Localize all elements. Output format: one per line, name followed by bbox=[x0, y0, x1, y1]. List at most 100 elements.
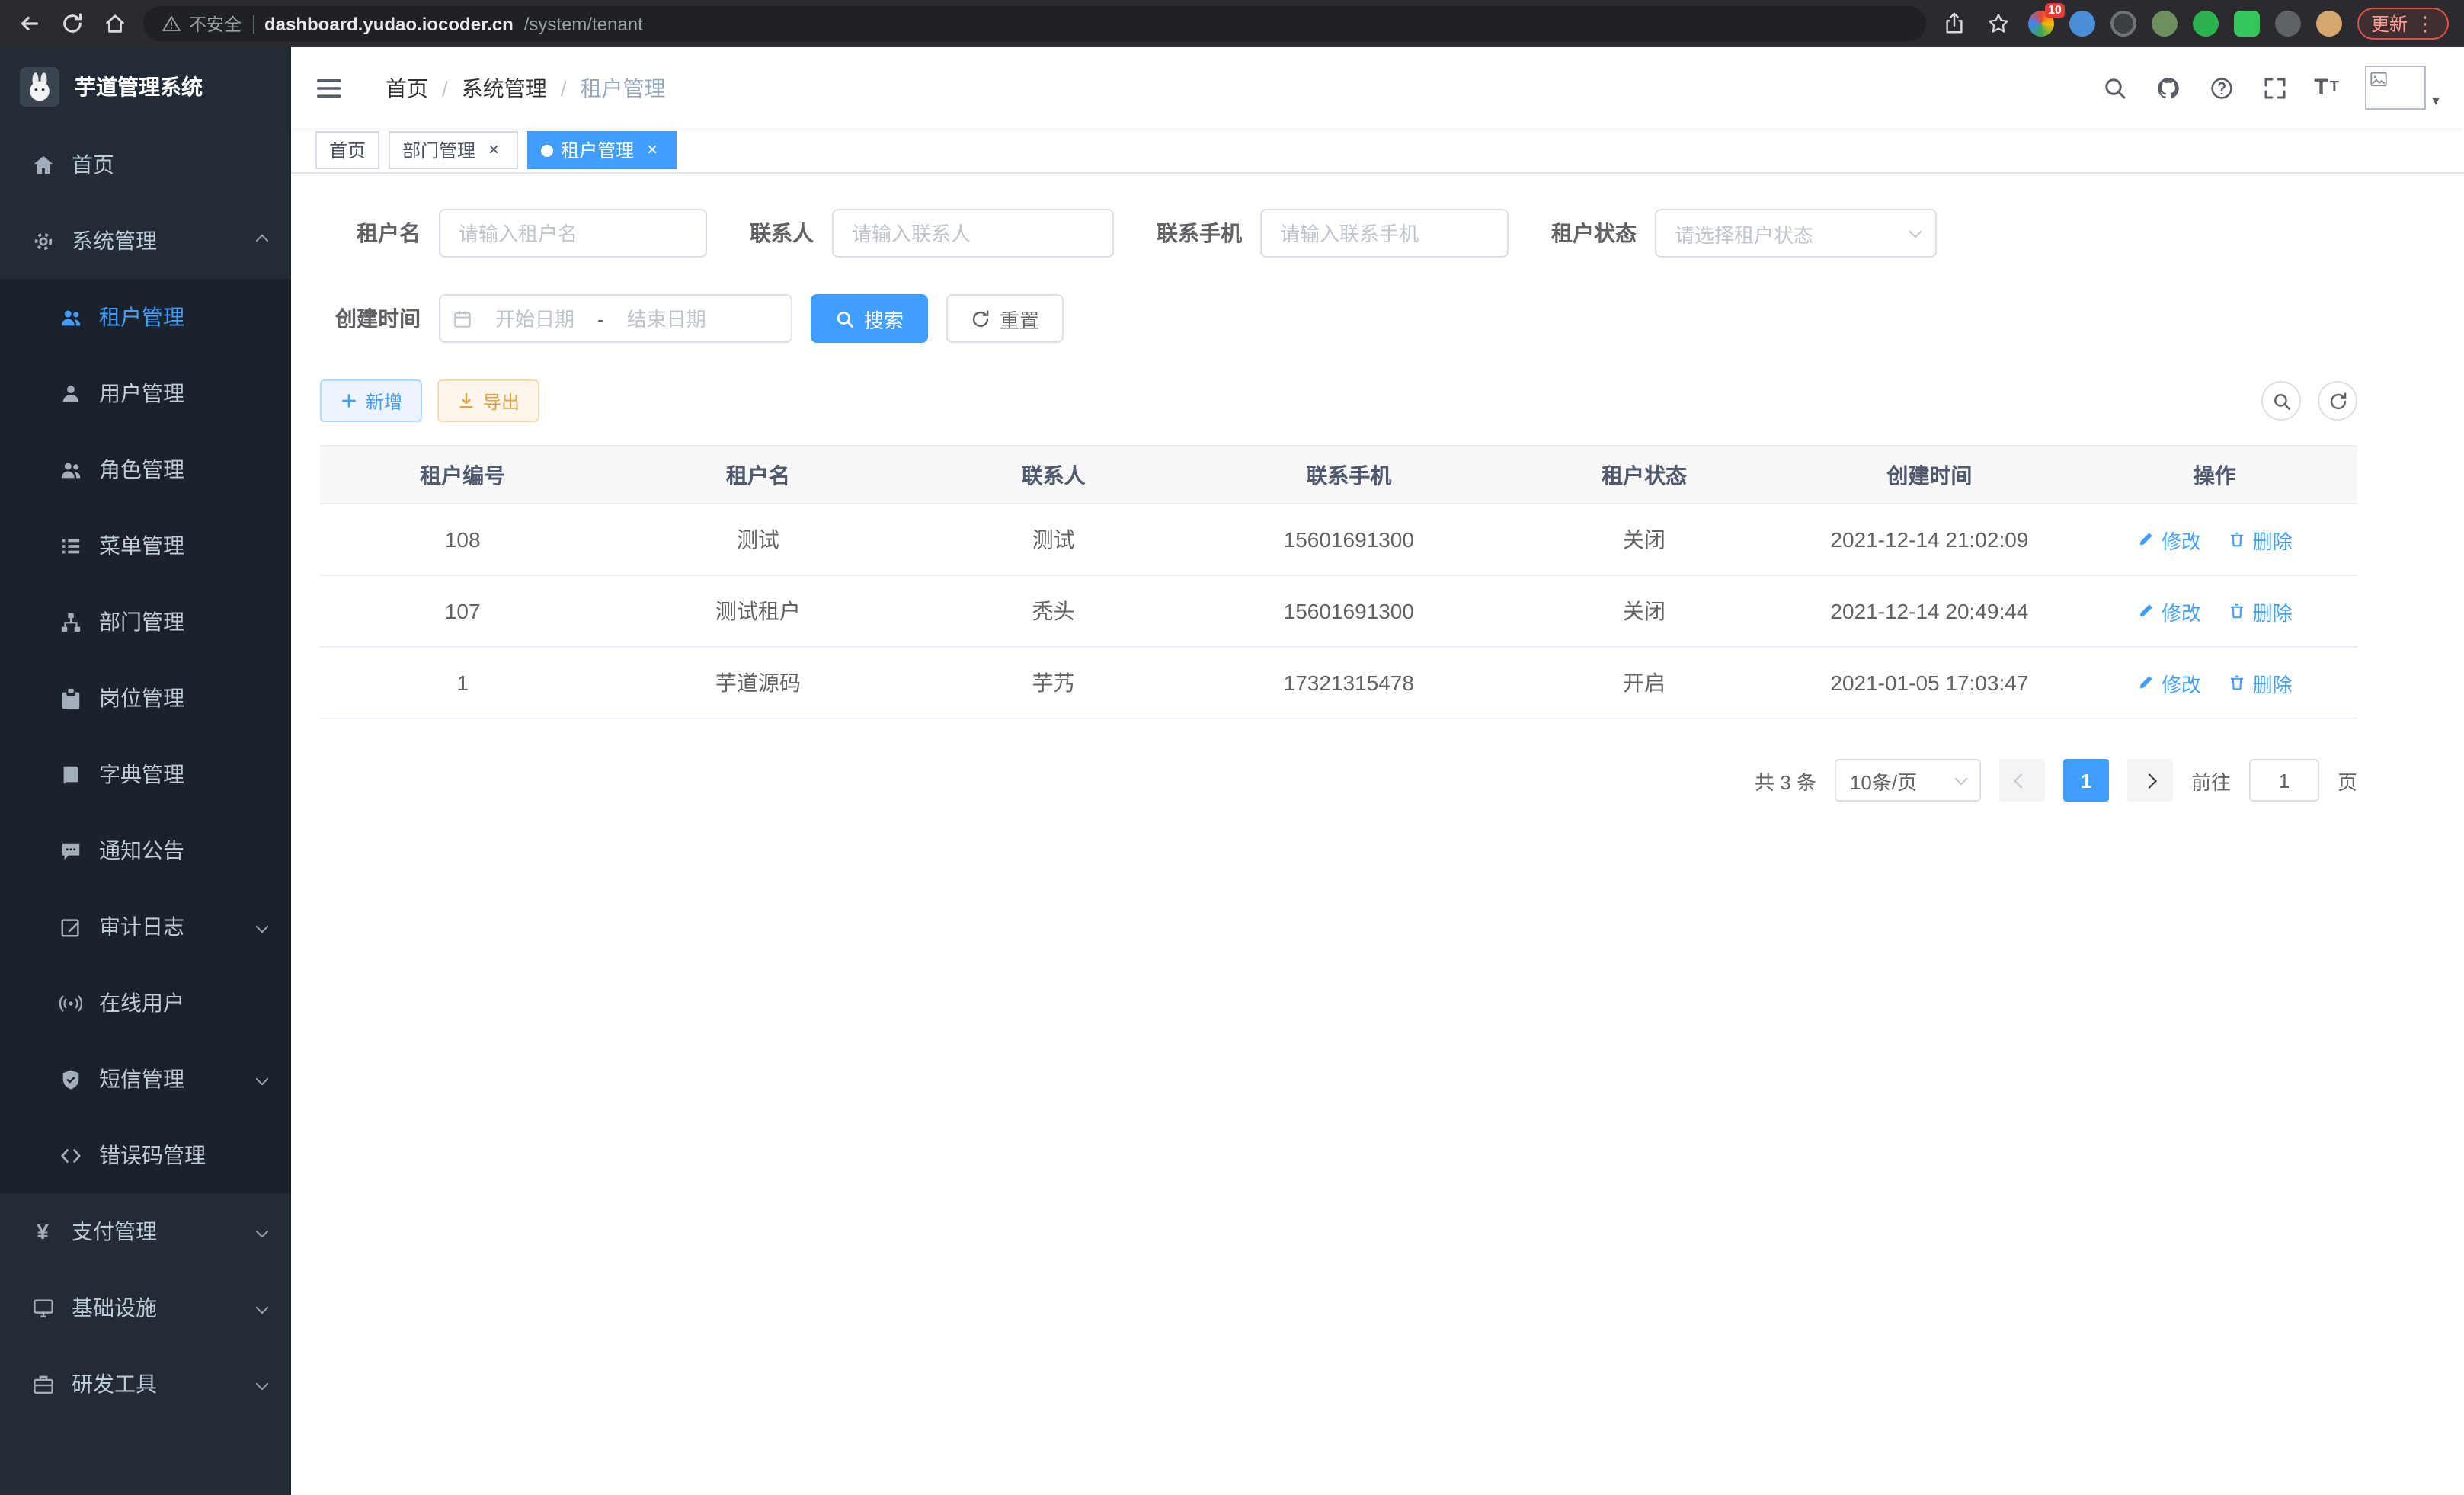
page-size-select[interactable]: 10条/页 bbox=[1835, 759, 1981, 802]
menu-label: 短信管理 bbox=[99, 1064, 184, 1094]
refresh-table-button[interactable] bbox=[2318, 381, 2357, 421]
create-time-range-picker[interactable]: - bbox=[439, 294, 792, 343]
page-number-1[interactable]: 1 bbox=[2063, 759, 2109, 802]
sidebar-item-notice[interactable]: 通知公告 bbox=[0, 812, 291, 888]
extension-icon-5[interactable] bbox=[2193, 11, 2219, 37]
app-root: 不安全 dashboard.yudao.iocoder.cn/system/te… bbox=[0, 0, 2464, 1495]
sidebar-item-tenant[interactable]: 租户管理 bbox=[0, 279, 291, 355]
delete-button[interactable]: 删除 bbox=[2229, 525, 2293, 554]
delete-label: 删除 bbox=[2253, 597, 2293, 626]
fullscreen-icon[interactable] bbox=[2261, 74, 2288, 101]
sidebar-item-sms[interactable]: 短信管理 bbox=[0, 1041, 291, 1117]
extension-icon-4[interactable] bbox=[2152, 11, 2178, 37]
search-icon bbox=[2271, 391, 2291, 411]
extension-icon-3[interactable] bbox=[2110, 11, 2136, 37]
date-end-input[interactable] bbox=[610, 307, 723, 330]
sidebar-item-home[interactable]: 首页 bbox=[0, 126, 291, 203]
delete-button[interactable]: 删除 bbox=[2229, 668, 2293, 697]
prev-page-button[interactable] bbox=[1999, 759, 2045, 802]
add-label: 新增 bbox=[366, 388, 402, 414]
sidebar: 芋道管理系统 首页 系统管理 租户管理 用户管理 角色管理 bbox=[0, 47, 291, 1495]
home-icon[interactable] bbox=[101, 9, 130, 38]
tab-dept[interactable]: 部门管理 × bbox=[389, 131, 518, 169]
profile-avatar[interactable] bbox=[2316, 11, 2342, 37]
github-icon[interactable] bbox=[2154, 74, 2181, 101]
sidebar-item-auditlog[interactable]: 审计日志 bbox=[0, 888, 291, 965]
menu-label: 系统管理 bbox=[72, 226, 157, 256]
bookmark-star-icon[interactable] bbox=[1984, 9, 2013, 38]
security-warning[interactable]: 不安全 bbox=[162, 11, 242, 36]
url-path: /system/tenant bbox=[524, 13, 643, 34]
sidebar-item-devtools[interactable]: 研发工具 bbox=[0, 1346, 291, 1422]
phone-input[interactable] bbox=[1260, 209, 1509, 258]
edit-button[interactable]: 修改 bbox=[2137, 525, 2201, 554]
export-button[interactable]: 导出 bbox=[437, 379, 539, 422]
phone-label: 联系手机 bbox=[1157, 218, 1242, 248]
menu-label: 首页 bbox=[72, 149, 114, 180]
menu-label: 通知公告 bbox=[99, 835, 184, 866]
calendar-icon bbox=[453, 309, 472, 328]
sidebar-toggle-icon[interactable] bbox=[315, 72, 346, 103]
toggle-search-button[interactable] bbox=[2261, 381, 2301, 421]
sidebar-item-system[interactable]: 系统管理 bbox=[0, 203, 291, 279]
extensions-puzzle-icon[interactable] bbox=[2275, 11, 2301, 37]
breadcrumb-system[interactable]: 系统管理 bbox=[462, 72, 547, 103]
reset-button[interactable]: 重置 bbox=[946, 294, 1064, 343]
edit-button[interactable]: 修改 bbox=[2137, 597, 2201, 626]
user-avatar[interactable]: ▾ bbox=[2365, 66, 2440, 110]
sidebar-item-user[interactable]: 用户管理 bbox=[0, 355, 291, 431]
sidebar-item-dict[interactable]: 字典管理 bbox=[0, 736, 291, 812]
contact-input[interactable] bbox=[832, 209, 1114, 258]
back-icon[interactable] bbox=[15, 9, 44, 38]
url-bar[interactable]: 不安全 dashboard.yudao.iocoder.cn/system/te… bbox=[143, 6, 1926, 41]
page-size-value: 10条/页 bbox=[1850, 766, 1917, 795]
extension-icon-2[interactable] bbox=[2069, 11, 2095, 37]
sidebar-item-online[interactable]: 在线用户 bbox=[0, 965, 291, 1041]
sidebar-item-infra[interactable]: 基础设施 bbox=[0, 1269, 291, 1346]
menu-label: 字典管理 bbox=[99, 759, 184, 789]
menu-label: 支付管理 bbox=[72, 1216, 157, 1247]
sidebar-item-post[interactable]: 岗位管理 bbox=[0, 660, 291, 736]
search-button[interactable]: 搜索 bbox=[811, 294, 928, 343]
tenant-status-select[interactable]: 请选择租户状态 bbox=[1655, 209, 1937, 258]
search-icon[interactable] bbox=[2101, 74, 2128, 101]
cell-id: 108 bbox=[320, 504, 605, 575]
tenant-name-input[interactable] bbox=[439, 209, 707, 258]
avatar-image-placeholder bbox=[2365, 66, 2426, 110]
security-label: 不安全 bbox=[189, 11, 242, 36]
reload-icon[interactable] bbox=[58, 9, 87, 38]
chevron-down-icon bbox=[256, 1225, 269, 1238]
extension-icon-6[interactable] bbox=[2234, 11, 2260, 37]
close-icon[interactable]: × bbox=[483, 139, 504, 161]
font-size-icon[interactable]: TT bbox=[2314, 76, 2339, 99]
tab-home[interactable]: 首页 bbox=[315, 131, 379, 169]
tab-tenant[interactable]: 租户管理 × bbox=[527, 131, 677, 169]
update-label: 更新 bbox=[2371, 11, 2408, 37]
edit-button[interactable]: 修改 bbox=[2137, 668, 2201, 697]
sidebar-item-errorcode[interactable]: 错误码管理 bbox=[0, 1117, 291, 1193]
column-header-phone: 联系手机 bbox=[1196, 446, 1502, 504]
monitor-icon bbox=[30, 1295, 55, 1320]
date-start-input[interactable] bbox=[478, 307, 591, 330]
breadcrumb-home[interactable]: 首页 bbox=[386, 72, 428, 103]
browser-menu-icon[interactable]: ⋮ bbox=[2415, 11, 2435, 36]
extension-icon-1[interactable]: 10 bbox=[2028, 11, 2054, 37]
breadcrumb-separator: / bbox=[442, 75, 448, 100]
add-button[interactable]: 新增 bbox=[320, 379, 422, 422]
status-label: 租户状态 bbox=[1551, 218, 1637, 248]
sidebar-item-payment[interactable]: ¥ 支付管理 bbox=[0, 1193, 291, 1269]
next-page-button[interactable] bbox=[2127, 759, 2173, 802]
share-icon[interactable] bbox=[1940, 9, 1969, 38]
goto-page-input[interactable] bbox=[2249, 759, 2319, 802]
close-icon[interactable]: × bbox=[642, 139, 663, 161]
delete-button[interactable]: 删除 bbox=[2229, 597, 2293, 626]
sidebar-item-menu[interactable]: 菜单管理 bbox=[0, 507, 291, 584]
menu-label: 研发工具 bbox=[72, 1369, 157, 1399]
sidebar-item-role[interactable]: 角色管理 bbox=[0, 431, 291, 507]
cell-created: 2021-12-14 21:02:09 bbox=[1787, 504, 2072, 575]
cell-contact: 测试 bbox=[910, 504, 1195, 575]
help-icon[interactable] bbox=[2207, 74, 2235, 101]
sidebar-item-dept[interactable]: 部门管理 bbox=[0, 584, 291, 660]
warning-icon bbox=[162, 14, 181, 34]
update-button[interactable]: 更新 ⋮ bbox=[2357, 8, 2449, 40]
